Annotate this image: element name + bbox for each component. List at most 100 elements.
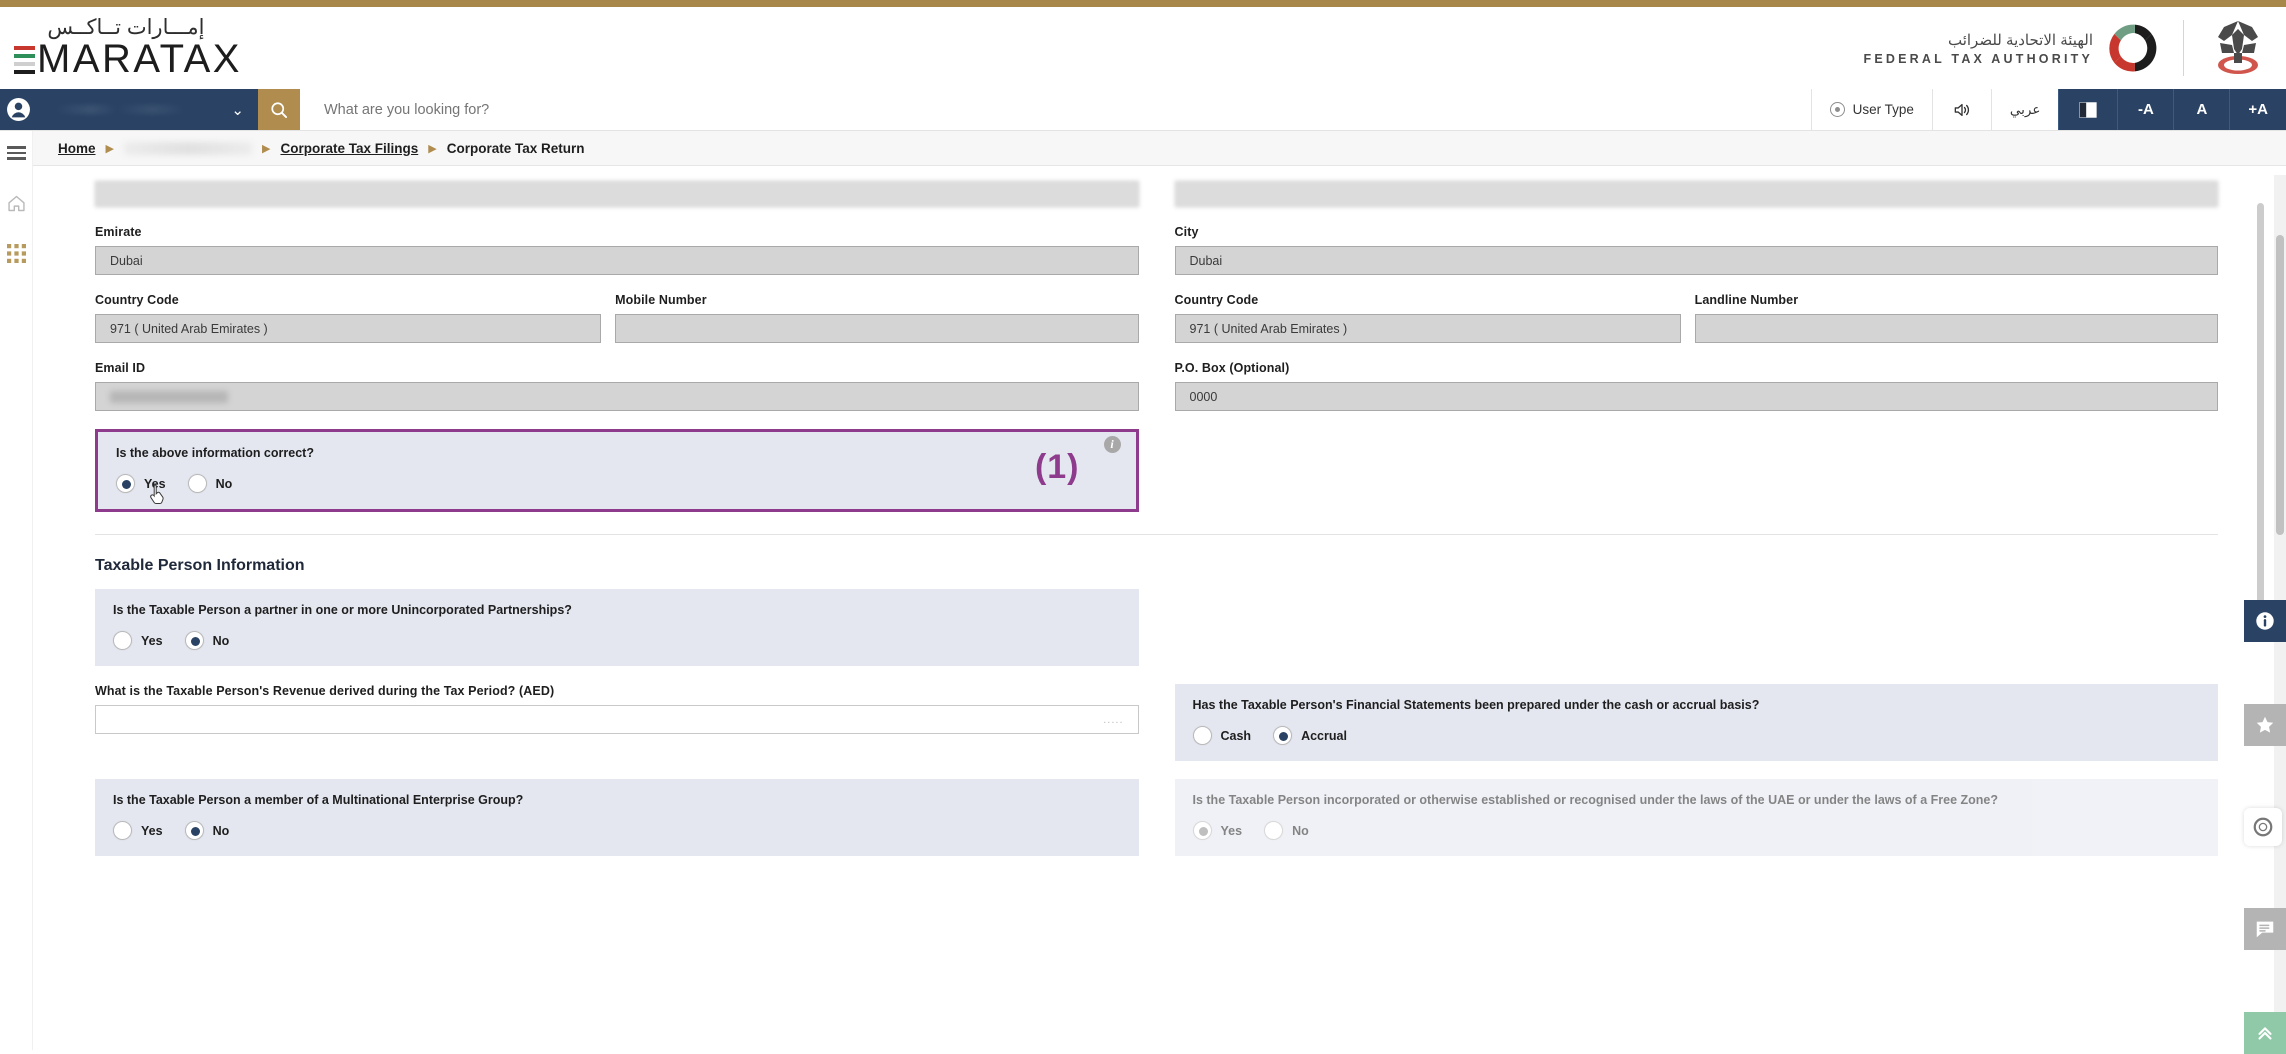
ca-option-cash[interactable]: Cash — [1193, 726, 1252, 745]
radio-no-icon[interactable] — [185, 821, 204, 840]
info-icon — [2254, 610, 2276, 632]
contrast-icon — [2077, 100, 2099, 120]
uae-free-zone-panel: Is the Taxable Person incorporated or ot… — [1175, 779, 2219, 856]
email-id-input[interactable] — [95, 382, 1139, 411]
confirm-option-yes[interactable]: Yes — [116, 474, 166, 493]
mobile-number-input[interactable] — [615, 314, 1138, 343]
breadcrumb-home[interactable]: Home — [58, 141, 96, 156]
top-gold-rule — [0, 0, 2286, 7]
sound-toggle-button[interactable] — [1932, 89, 1991, 130]
breadcrumb-redacted-item — [124, 142, 252, 155]
tp-q1-spacer — [1175, 589, 2219, 666]
emirate-city-row: Emirate Dubai City Dubai — [95, 225, 2218, 275]
arabic-label: عربي — [2010, 102, 2041, 118]
radio-yes-icon[interactable] — [116, 474, 135, 493]
user-account-selector[interactable]: ⌄ — [0, 89, 258, 130]
user-type-label: User Type — [1853, 102, 1914, 117]
fta-arabic-text: الهيئة الاتحادية للضرائب — [1864, 31, 2093, 49]
unincorporated-partnership-panel: Is the Taxable Person a partner in one o… — [95, 589, 1139, 666]
fta-english-text: FEDERAL TAX AUTHORITY — [1864, 52, 2093, 66]
accessibility-button[interactable] — [2244, 808, 2282, 846]
scroll-to-top-icon — [2254, 1022, 2276, 1044]
utility-bar: ⌄ User Type عربي — [0, 89, 2286, 131]
radio-cash-icon[interactable] — [1193, 726, 1212, 745]
city-input[interactable]: Dubai — [1175, 246, 2219, 275]
info-icon[interactable]: i — [1104, 436, 1121, 453]
country-code-landline-input[interactable]: 971 ( United Arab Emirates ) — [1175, 314, 1681, 343]
confirm-question-text: Is the above information correct? — [116, 446, 1118, 460]
confirm-option-no[interactable]: No — [188, 474, 233, 493]
increase-font-button[interactable]: +A — [2229, 89, 2286, 130]
email-pobox-row: Email ID P.O. Box (Optional) 0000 — [95, 361, 2218, 411]
decrease-font-button[interactable]: -A — [2117, 89, 2173, 130]
ufz-option-no: No — [1264, 821, 1309, 840]
unincorporated-partnership-radio-group: Yes No — [113, 631, 1121, 650]
section-divider — [95, 534, 2218, 535]
up-option-yes[interactable]: Yes — [113, 631, 163, 650]
po-box-label: P.O. Box (Optional) — [1175, 361, 2219, 375]
header-divider — [2183, 20, 2184, 76]
unincorporated-partnership-question: Is the Taxable Person a partner in one o… — [113, 603, 1121, 617]
corporate-tax-return-form: Emirate Dubai City Dubai Country Code 97… — [33, 175, 2286, 856]
ca-option-accrual[interactable]: Accrual — [1273, 726, 1347, 745]
confirm-information-panel: Is the above information correct? Yes No — [95, 429, 1139, 512]
breadcrumb-corporate-tax-filings[interactable]: Corporate Tax Filings — [280, 141, 418, 156]
emaratax-logo[interactable]: إمـــارات تــاكــس MARATAX — [14, 17, 242, 79]
tp-row-3: Is the Taxable Person a member of a Mult… — [95, 779, 2218, 856]
tp-row-1: Is the Taxable Person a partner in one o… — [95, 589, 2218, 666]
uae-free-zone-question: Is the Taxable Person incorporated or ot… — [1193, 793, 2201, 807]
search-icon — [269, 100, 289, 120]
po-box-input[interactable]: 0000 — [1175, 382, 2219, 411]
right-floating-toolbar — [2244, 600, 2286, 1054]
user-type-button[interactable]: User Type — [1811, 89, 1932, 130]
home-icon[interactable] — [4, 191, 28, 215]
search-button[interactable] — [258, 89, 300, 130]
cash-accrual-radio-group: Cash Accrual — [1193, 726, 2201, 745]
country-code-mobile-input[interactable]: 971 ( United Arab Emirates ) — [95, 314, 601, 343]
contrast-toggle-button[interactable] — [2058, 89, 2117, 130]
email-id-label: Email ID — [95, 361, 1139, 375]
breadcrumb: Home ▶ ▶ Corporate Tax Filings ▶ Corpora… — [0, 131, 2286, 166]
help-info-button[interactable] — [2244, 600, 2286, 642]
mne-option-no[interactable]: No — [185, 821, 230, 840]
page-scrollbar-thumb[interactable] — [2276, 235, 2284, 535]
radio-no-icon[interactable] — [185, 631, 204, 650]
radio-no-icon[interactable] — [188, 474, 207, 493]
hamburger-menu-icon[interactable] — [4, 141, 28, 165]
revenue-field: What is the Taxable Person's Revenue der… — [95, 684, 1139, 761]
scroll-to-top-button[interactable] — [2244, 1012, 2286, 1054]
normal-font-button[interactable]: A — [2173, 89, 2229, 130]
confirm-question-row: Is the above information correct? Yes No — [95, 429, 2218, 512]
language-arabic-button[interactable]: عربي — [1991, 89, 2059, 130]
user-avatar-icon — [6, 97, 31, 122]
search-field-wrapper[interactable] — [300, 89, 1811, 130]
up-option-no[interactable]: No — [185, 631, 230, 650]
breadcrumb-separator-icon: ▶ — [262, 142, 270, 155]
revenue-input[interactable]: ..... — [95, 705, 1139, 734]
utility-actions: User Type عربي -A A +A — [1811, 89, 2286, 130]
country-code-landline-label: Country Code — [1175, 293, 1681, 307]
chat-support-button[interactable] — [2244, 908, 2286, 950]
radio-yes-icon[interactable] — [113, 631, 132, 650]
uae-free-zone-radio-group: Yes No — [1193, 821, 2201, 840]
emirate-input[interactable]: Dubai — [95, 246, 1139, 275]
mne-option-yes[interactable]: Yes — [113, 821, 163, 840]
tp-q1-col: Is the Taxable Person a partner in one o… — [95, 589, 1139, 666]
cash-accrual-question: Has the Taxable Person's Financial State… — [1193, 698, 2201, 712]
fta-swirl-icon — [2105, 20, 2161, 76]
radio-yes-icon[interactable] — [113, 821, 132, 840]
ufz-yes-label: Yes — [1221, 824, 1243, 838]
radio-accrual-icon[interactable] — [1273, 726, 1292, 745]
search-input[interactable] — [324, 102, 1811, 118]
phone-row: Country Code 971 ( United Arab Emirates … — [95, 293, 2218, 343]
user-name-redacted — [41, 105, 221, 114]
po-box-field: P.O. Box (Optional) 0000 — [1175, 361, 2219, 411]
landline-group: Country Code 971 ( United Arab Emirates … — [1175, 293, 2219, 343]
favourite-button[interactable] — [2244, 704, 2286, 746]
landline-number-input[interactable] — [1695, 314, 2218, 343]
cash-accrual-col: Has the Taxable Person's Financial State… — [1175, 684, 2219, 761]
apps-grid-icon[interactable] — [4, 241, 28, 265]
emirate-field: Emirate Dubai — [95, 225, 1139, 275]
emirate-label: Emirate — [95, 225, 1139, 239]
redacted-field-right — [1175, 181, 2219, 207]
